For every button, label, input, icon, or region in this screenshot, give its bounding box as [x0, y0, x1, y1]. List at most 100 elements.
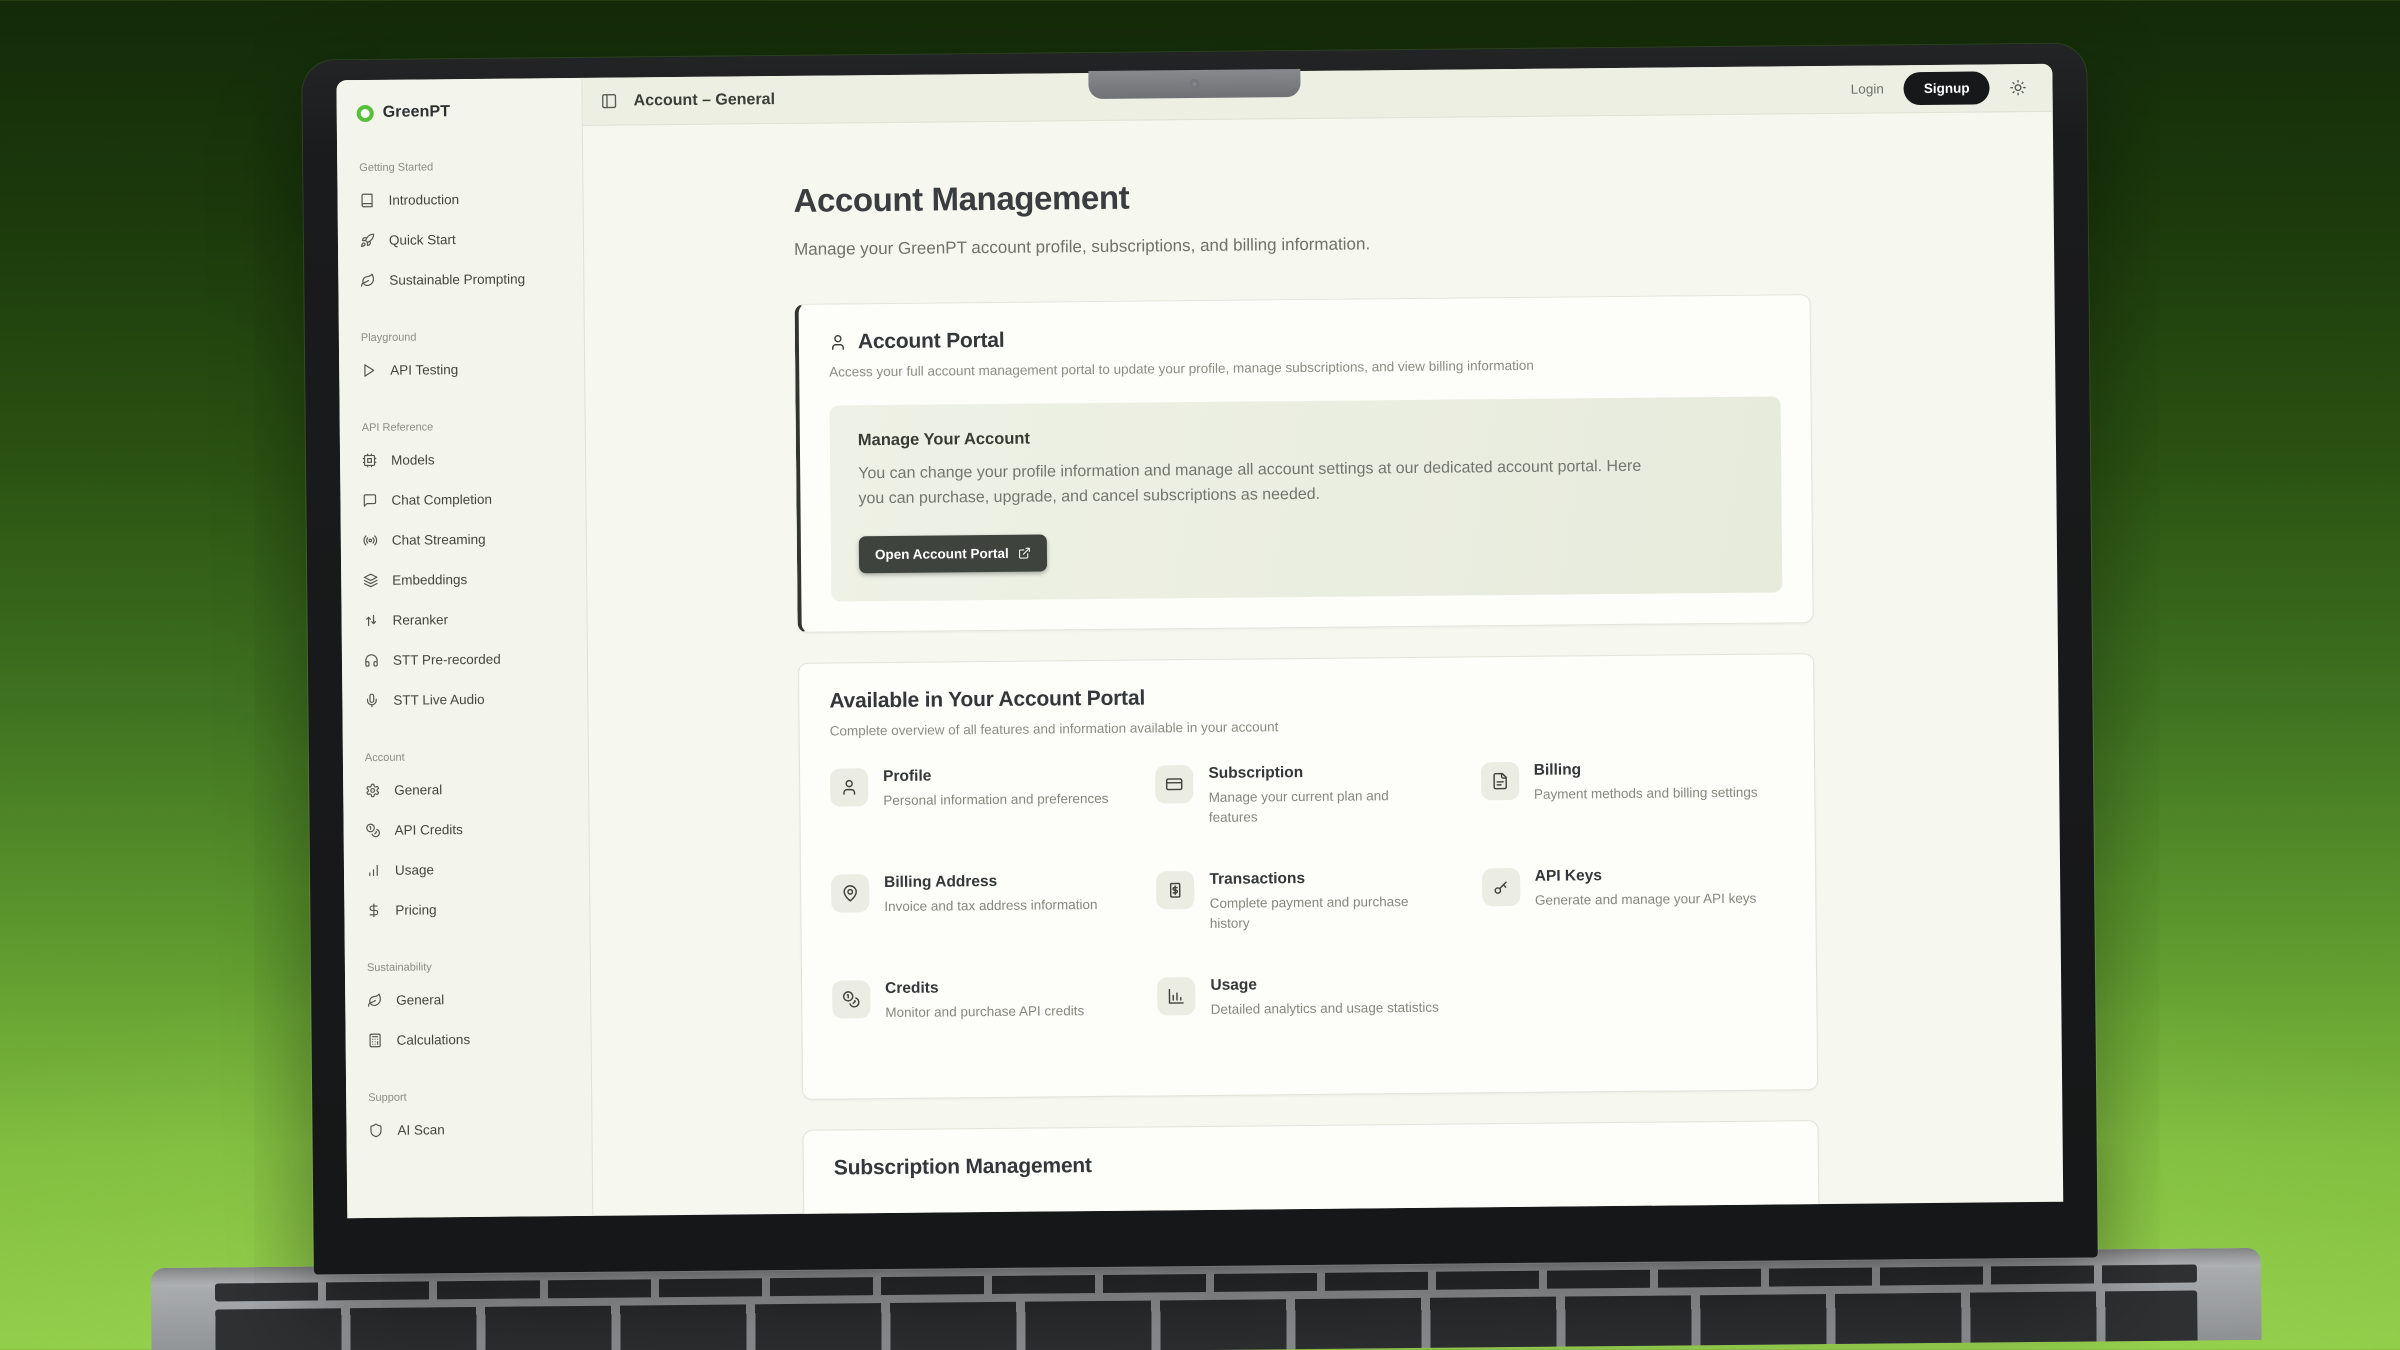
sidebar-item-label: Models: [391, 452, 435, 467]
layers-icon: [363, 572, 378, 587]
sort-arrows-icon: [364, 612, 379, 627]
sidebar-item-label: General: [396, 992, 444, 1007]
sidebar-item-label: Sustainable Prompting: [389, 271, 525, 287]
feature-billing: Billing Payment methods and billing sett…: [1481, 759, 1785, 850]
greenpt-logo-icon: [357, 104, 374, 121]
subscription-management-card: Subscription Management: [802, 1120, 1820, 1216]
sidebar-item-label: STT Live Audio: [393, 691, 484, 707]
sidebar-item-label: Embeddings: [392, 572, 467, 588]
sidebar-item-label: AI Scan: [397, 1122, 444, 1137]
sidebar-item-pricing[interactable]: Pricing: [360, 888, 577, 930]
portal-card-description: Access your full account management port…: [829, 355, 1780, 379]
brand-name: GreenPT: [383, 103, 451, 122]
section-label-account: Account: [365, 750, 576, 764]
login-link[interactable]: Login: [1851, 81, 1884, 96]
page-title: Account Management: [793, 172, 1809, 220]
sidebar-item-label: Calculations: [397, 1032, 471, 1048]
feature-description: Generate and manage your API keys: [1535, 888, 1775, 911]
features-grid: Profile Personal information and prefere…: [830, 759, 1787, 1068]
feature-description: Complete payment and purchase history: [1210, 891, 1461, 934]
sidebar-item-api-credits[interactable]: API Credits: [359, 808, 576, 850]
keyboard-number-row: [215, 1290, 2197, 1350]
feature-title: Credits: [885, 978, 1102, 998]
sidebar-item-sustainable-prompting[interactable]: Sustainable Prompting: [354, 258, 571, 300]
open-account-portal-label: Open Account Portal: [875, 545, 1009, 561]
features-card-title: Available in Your Account Portal: [829, 680, 1783, 713]
sidebar-item-label: Quick Start: [389, 232, 456, 248]
sidebar-item-label: Reranker: [393, 612, 449, 628]
panel-left-icon[interactable]: [601, 93, 618, 110]
microphone-icon: [364, 692, 379, 707]
document-icon: [1491, 772, 1509, 790]
laptop-notch: [1088, 69, 1300, 99]
section-label-support: Support: [368, 1090, 579, 1104]
sidebar-item-calculations[interactable]: Calculations: [361, 1018, 578, 1060]
sidebar-item-label: General: [394, 782, 442, 797]
manage-account-box: Manage Your Account You can change your …: [830, 396, 1783, 601]
feature-usage: Usage Detailed analytics and usage stati…: [1157, 974, 1461, 1065]
receipt-icon: [1166, 881, 1184, 899]
feature-title: Subscription: [1208, 762, 1458, 782]
sidebar-item-chat-streaming[interactable]: Chat Streaming: [357, 518, 574, 560]
chat-icon: [362, 492, 377, 507]
feature-description: Invoice and tax address information: [884, 894, 1115, 916]
leaf-icon: [367, 992, 382, 1007]
brand-logo[interactable]: GreenPT: [353, 94, 570, 130]
sidebar-item-stt-live-audio[interactable]: STT Live Audio: [358, 678, 575, 720]
dollar-icon: [366, 902, 381, 917]
key-icon: [1492, 878, 1510, 896]
headphones-icon: [364, 652, 379, 667]
feature-title: Transactions: [1209, 868, 1459, 888]
feature-credits: Credits Monitor and purchase API credits: [832, 977, 1136, 1068]
section-label-api-reference: API Reference: [362, 420, 573, 434]
subscription-card-title: Subscription Management: [834, 1147, 1788, 1180]
chart-column-icon: [1167, 987, 1185, 1005]
manage-account-title: Manage Your Account: [858, 423, 1753, 451]
sidebar-item-reranker[interactable]: Reranker: [357, 598, 574, 640]
sidebar-item-usage[interactable]: Usage: [360, 848, 577, 890]
bar-chart-icon: [366, 862, 381, 877]
sidebar-item-quick-start[interactable]: Quick Start: [354, 218, 571, 260]
feature-subscription: Subscription Manage your current plan an…: [1155, 762, 1459, 853]
feature-description: Manage your current plan and features: [1209, 785, 1460, 828]
feature-title: Profile: [883, 765, 1126, 785]
sidebar-item-chat-completion[interactable]: Chat Completion: [356, 478, 573, 520]
main-content: Account Management Manage your GreenPT a…: [583, 112, 2063, 1216]
sidebar-item-models[interactable]: Models: [356, 438, 573, 480]
feature-title: Usage: [1210, 974, 1456, 994]
sidebar-item-stt-pre-recorded[interactable]: STT Pre-recorded: [358, 638, 575, 680]
page-breadcrumb-title: Account – General: [634, 91, 776, 110]
feature-title: API Keys: [1535, 865, 1775, 885]
sidebar: GreenPT Getting Started Introduction Qui…: [336, 78, 593, 1218]
sidebar-item-label: Chat Streaming: [392, 531, 486, 547]
sidebar-item-account-general[interactable]: General: [359, 768, 576, 810]
sidebar-item-embeddings[interactable]: Embeddings: [357, 558, 574, 600]
page-subtitle: Manage your GreenPT account profile, sub…: [794, 230, 1810, 260]
user-icon: [829, 333, 847, 351]
sidebar-item-ai-scan[interactable]: AI Scan: [362, 1108, 579, 1150]
webcam-icon: [1189, 79, 1199, 89]
book-icon: [359, 192, 374, 207]
leaf-icon: [360, 272, 375, 287]
open-account-portal-button[interactable]: Open Account Portal: [859, 534, 1047, 573]
sidebar-item-introduction[interactable]: Introduction: [353, 178, 570, 220]
section-label-getting-started: Getting Started: [359, 160, 570, 174]
sidebar-item-label: Pricing: [395, 902, 436, 917]
gear-icon: [365, 782, 380, 797]
portal-features-card: Available in Your Account Portal Complet…: [798, 653, 1818, 1100]
feature-description: Monitor and purchase API credits: [885, 1001, 1102, 1023]
section-label-sustainability: Sustainability: [367, 960, 578, 974]
coins-icon: [366, 822, 381, 837]
feature-description: Detailed analytics and usage statistics: [1211, 997, 1457, 1020]
feature-description: Personal information and preferences: [883, 788, 1126, 811]
sidebar-item-sustainability-general[interactable]: General: [361, 978, 578, 1020]
sidebar-item-api-testing[interactable]: API Testing: [355, 348, 572, 390]
broadcast-icon: [363, 532, 378, 547]
sun-icon[interactable]: [2009, 79, 2026, 96]
laptop-mockup: GreenPT Getting Started Introduction Qui…: [0, 0, 2400, 1350]
signup-button[interactable]: Signup: [1904, 71, 1990, 105]
sidebar-item-label: Usage: [395, 862, 434, 877]
feature-billing-address: Billing Address Invoice and tax address …: [831, 871, 1135, 962]
laptop-screen: GreenPT Getting Started Introduction Qui…: [302, 43, 2098, 1274]
shield-icon: [368, 1122, 383, 1137]
